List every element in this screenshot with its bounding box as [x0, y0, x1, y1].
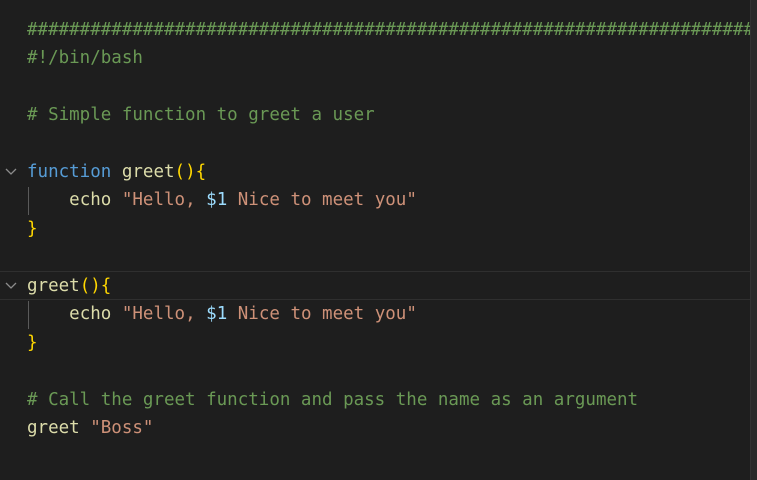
brace-open: (){ [79, 276, 112, 296]
positional-arg: $1 [206, 190, 228, 210]
code-line-comment-2[interactable]: # Call the greet function and pass the n… [27, 386, 751, 414]
code-editor[interactable]: ########################################… [0, 0, 757, 480]
code-line-comment-1[interactable]: # Simple function to greet a user [27, 101, 751, 129]
function-call: greet [27, 418, 80, 438]
chevron-down-icon[interactable] [4, 272, 18, 300]
code-line-brace-close-1[interactable]: } [27, 215, 751, 243]
keyword-function: function [27, 162, 112, 182]
echo-command: echo [69, 304, 112, 324]
echo-command: echo [69, 190, 112, 210]
code-line-call[interactable]: greet "Boss" [27, 414, 751, 442]
string-literal-start: "Hello, [121, 304, 207, 324]
positional-arg: $1 [206, 304, 228, 324]
code-line-shebang[interactable]: #!/bin/bash [27, 44, 751, 72]
chevron-down-icon[interactable] [4, 158, 18, 186]
vertical-scrollbar[interactable] [750, 0, 757, 480]
code-line-hash-banner[interactable]: ########################################… [27, 16, 757, 44]
code-line-brace-close-2[interactable]: } [27, 329, 751, 357]
code-line-function-def-2[interactable]: greet(){ [27, 272, 751, 300]
code-line-echo-2[interactable]: echo "Hello, $1 Nice to meet you" [27, 300, 751, 328]
code-line-function-def[interactable]: function greet(){ [27, 158, 751, 186]
string-literal-end: Nice to meet you" [227, 190, 417, 210]
code-line-echo-1[interactable]: echo "Hello, $1 Nice to meet you" [27, 186, 751, 214]
function-name: greet [27, 276, 80, 296]
string-literal-end: Nice to meet you" [227, 304, 417, 324]
call-argument: "Boss" [90, 418, 154, 438]
brace-open: (){ [174, 162, 207, 182]
string-literal-start: "Hello, [121, 190, 207, 210]
function-name: greet [121, 162, 175, 182]
